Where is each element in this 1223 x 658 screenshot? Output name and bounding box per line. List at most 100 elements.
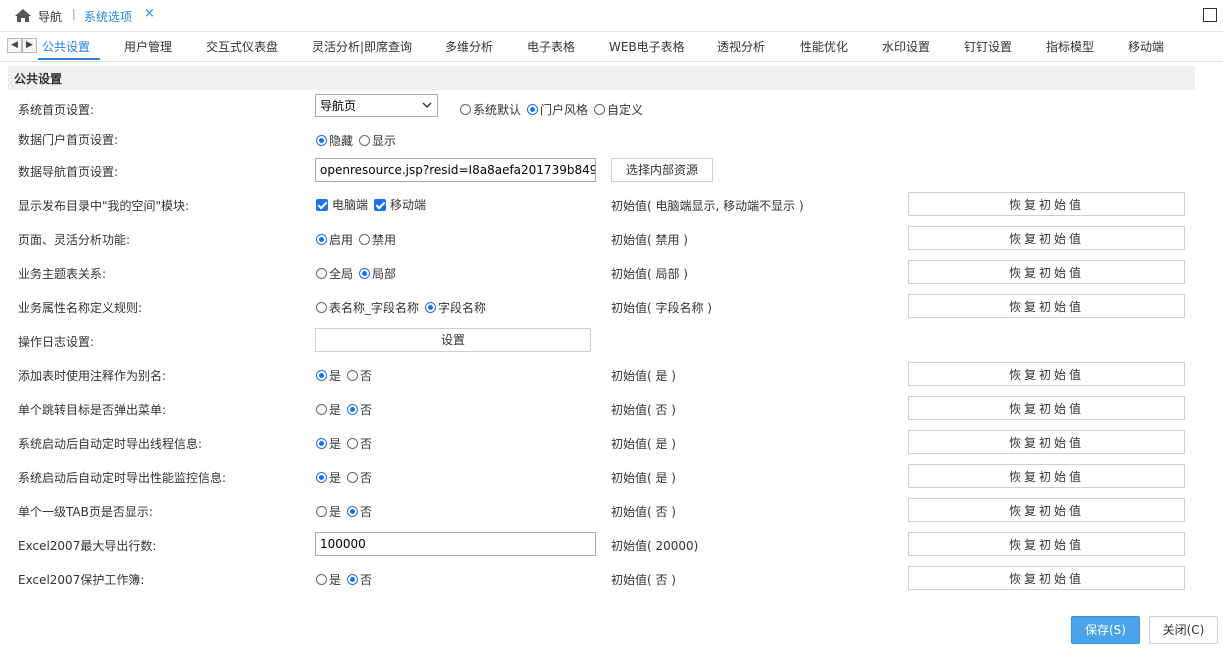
radio-yes[interactable]	[316, 370, 327, 381]
top-header	[0, 0, 1223, 32]
home-select[interactable]: 导航页	[315, 94, 438, 117]
chevron-down-icon	[422, 102, 432, 108]
tab1-label: 单个一级TAB页是否显示:	[18, 505, 153, 519]
save-button[interactable]: 保存(S)	[1071, 616, 1140, 644]
radio-field-name[interactable]	[425, 302, 437, 313]
radio-show[interactable]	[359, 135, 371, 146]
option-label: 是	[329, 437, 342, 451]
radio-no[interactable]	[347, 438, 359, 449]
tab-item[interactable]: 用户管理	[124, 38, 172, 55]
radio-yes[interactable]	[316, 472, 327, 483]
option-label: 字段名称	[438, 301, 487, 315]
subject-label: 业务主题表关系:	[18, 267, 107, 281]
tab-scroll-right-icon[interactable]: ▶	[22, 38, 37, 53]
home-icon[interactable]	[14, 8, 32, 23]
restore-button[interactable]: 恢复初始值	[908, 430, 1185, 454]
option-label: 禁用	[372, 233, 397, 247]
popup-radios: 是 否	[316, 401, 378, 418]
close-button[interactable]: 关闭(C)	[1149, 616, 1218, 644]
restore-button[interactable]: 恢复初始值	[908, 294, 1185, 318]
option-label: 自定义	[607, 103, 644, 117]
checkbox-pc[interactable]	[316, 198, 328, 211]
tab-item[interactable]: 多维分析	[445, 38, 493, 55]
radio-yes[interactable]	[316, 404, 327, 415]
initial-value: 初始值( 是 )	[611, 369, 676, 383]
radio-disable[interactable]	[359, 234, 371, 245]
oplog-label: 操作日志设置:	[18, 335, 95, 349]
flex-label: 页面、灵活分析功能:	[18, 233, 131, 247]
tab-item[interactable]: WEB电子表格	[609, 38, 685, 55]
radio-system-default[interactable]	[460, 104, 471, 115]
tab-item[interactable]: 灵活分析|即席查询	[312, 38, 412, 55]
radio-hide[interactable]	[316, 135, 327, 146]
option-label: 是	[329, 403, 342, 417]
radio-no[interactable]	[347, 506, 359, 517]
initial-value: 初始值( 是 )	[611, 471, 676, 485]
radio-yes[interactable]	[316, 506, 327, 517]
option-label: 否	[360, 573, 373, 587]
nav-home-label: 数据导航首页设置:	[18, 165, 119, 179]
myspace-label: 显示发布目录中"我的空间"模块:	[18, 199, 190, 213]
restore-button[interactable]: 恢复初始值	[908, 226, 1185, 250]
checkbox-mobile[interactable]	[374, 198, 387, 211]
initial-value: 初始值( 字段名称 )	[611, 301, 712, 315]
restore-button[interactable]: 恢复初始值	[908, 260, 1185, 284]
tab-item[interactable]: 透视分析	[717, 38, 765, 55]
tab-item[interactable]: 电子表格	[527, 38, 575, 55]
radio-portal-style[interactable]	[527, 104, 539, 115]
popup-label: 单个跳转目标是否弹出菜单:	[18, 403, 167, 417]
radio-custom[interactable]	[594, 104, 606, 115]
restore-button[interactable]: 恢复初始值	[908, 396, 1185, 420]
option-label: 隐藏	[329, 134, 354, 148]
nav-label[interactable]: 导航	[38, 8, 62, 25]
option-label: 全局	[329, 267, 354, 281]
option-label: 系统默认	[473, 103, 522, 117]
initial-value: 初始值( 电脑端显示, 移动端不显示 )	[611, 199, 804, 213]
option-label: 是	[329, 471, 342, 485]
portal-radios: 隐藏 显示	[316, 132, 402, 149]
restore-button[interactable]: 恢复初始值	[908, 362, 1185, 386]
radio-enable[interactable]	[316, 234, 327, 245]
option-label: 是	[329, 505, 342, 519]
tab-item[interactable]: 交互式仪表盘	[206, 38, 278, 55]
excel-max-rows-input[interactable]: 100000	[315, 532, 596, 556]
radio-no[interactable]	[347, 404, 359, 415]
radio-table-field-name[interactable]	[316, 302, 327, 313]
option-label: 电脑端	[332, 198, 369, 212]
tab-item[interactable]: 钉钉设置	[964, 38, 1012, 55]
option-label: 启用	[329, 233, 354, 247]
nav-home-input[interactable]: openresource.jsp?resid=I8a8aefa201739b84…	[315, 158, 596, 182]
radio-yes[interactable]	[316, 438, 327, 449]
restore-button[interactable]: 恢复初始值	[908, 464, 1185, 488]
restore-button[interactable]: 恢复初始值	[908, 566, 1185, 590]
attr-radios: 表名称_字段名称 字段名称	[316, 299, 492, 316]
alias-label: 添加表时使用注释作为别名:	[18, 369, 167, 383]
initial-value: 初始值( 否 )	[611, 573, 676, 587]
radio-no[interactable]	[347, 370, 359, 381]
tab-system-options[interactable]: 系统选项	[84, 8, 132, 25]
select-resource-button[interactable]: 选择内部资源	[611, 158, 713, 182]
tab-item[interactable]: 移动端	[1128, 38, 1164, 55]
oplog-settings-button[interactable]: 设置	[315, 328, 591, 352]
restore-button[interactable]: 恢复初始值	[908, 532, 1185, 556]
option-label: 移动端	[390, 198, 427, 212]
initial-value: 初始值( 局部 )	[611, 267, 688, 281]
excel-protect-radios: 是 否	[316, 571, 378, 588]
tab-scroll-left-icon[interactable]: ◀	[7, 38, 22, 53]
close-icon[interactable]: ×	[144, 6, 155, 21]
radio-no[interactable]	[347, 574, 359, 585]
radio-no[interactable]	[347, 472, 359, 483]
tab-item[interactable]: 水印设置	[882, 38, 930, 55]
option-label: 门户风格	[540, 103, 589, 117]
tab-item[interactable]: 指标模型	[1046, 38, 1094, 55]
option-label: 显示	[372, 134, 397, 148]
radio-local[interactable]	[359, 268, 371, 279]
tab-item[interactable]: 公共设置	[42, 38, 90, 55]
radio-global[interactable]	[316, 268, 327, 279]
tab-item[interactable]: 性能优化	[800, 38, 848, 55]
radio-yes[interactable]	[316, 574, 327, 585]
option-label: 表名称_字段名称	[329, 301, 420, 315]
maximize-icon[interactable]	[1203, 8, 1217, 22]
restore-button[interactable]: 恢复初始值	[908, 192, 1185, 216]
restore-button[interactable]: 恢复初始值	[908, 498, 1185, 522]
